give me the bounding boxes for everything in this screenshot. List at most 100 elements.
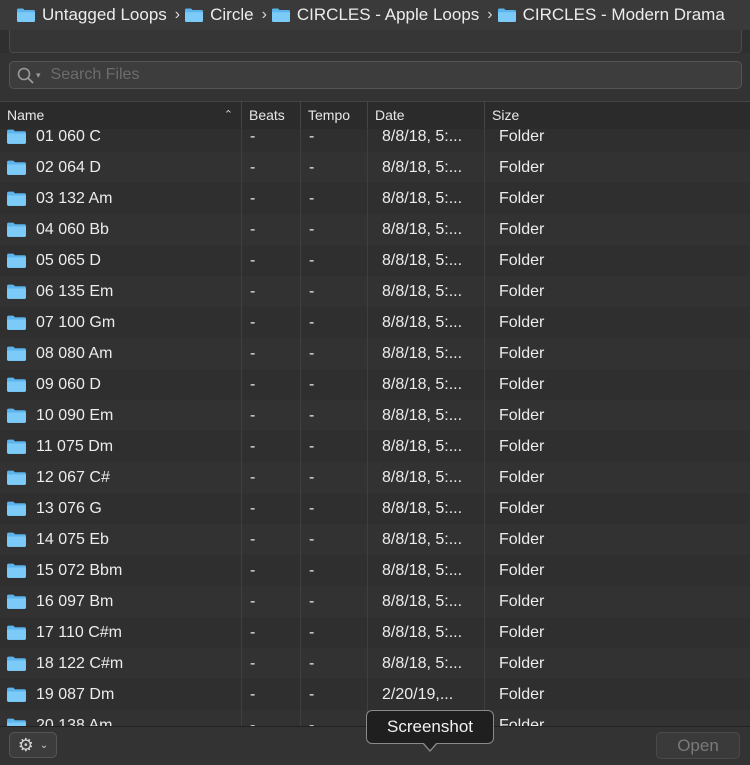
row-tempo: - [309,283,315,300]
column-header-tempo[interactable]: Tempo [300,102,367,129]
list-item[interactable]: 13 076 G - - 8/8/18, 5:... Folder [0,493,750,524]
row-name: 15 072 Bbm [36,562,123,579]
breadcrumb-item[interactable]: Circle [180,5,254,25]
list-item[interactable]: 18 122 C#m - - 8/8/18, 5:... Folder [0,648,750,679]
breadcrumb-item[interactable]: CIRCLES - Apple Loops [267,5,479,25]
row-beats: - [250,376,256,393]
open-button[interactable]: Open [656,732,740,759]
folder-icon [184,7,204,23]
row-size: Folder [499,655,545,672]
search-input[interactable] [48,65,703,85]
row-tempo: - [309,252,315,269]
folder-icon [6,221,27,237]
list-item[interactable]: 14 075 Eb - - 8/8/18, 5:... Folder [0,524,750,555]
list-item[interactable]: 04 060 Bb - - 8/8/18, 5:... Folder [0,214,750,245]
list-item[interactable]: 05 065 D - - 8/8/18, 5:... Folder [0,245,750,276]
folder-icon [16,7,36,23]
list-item[interactable]: 17 110 C#m - - 8/8/18, 5:... Folder [0,617,750,648]
row-date: 8/8/18, 5:... [382,345,463,362]
list-item[interactable]: 08 080 Am - - 8/8/18, 5:... Folder [0,338,750,369]
row-date: 8/8/18, 5:... [382,624,463,641]
row-beats: - [250,655,256,672]
row-name: 11 075 Dm [36,438,114,455]
column-divider [300,129,301,726]
action-menu-button[interactable]: ⚙ ⌄ [9,732,57,758]
breadcrumb-item[interactable]: CIRCLES - Modern Drama [493,5,725,25]
row-date: 8/8/18, 5:... [382,562,463,579]
list-item[interactable]: 11 075 Dm - - 8/8/18, 5:... Folder [0,431,750,462]
file-list: 01 060 C - - 8/8/18, 5:... Folder 02 064 D - - 8… [0,129,750,726]
row-name: 09 060 D [36,376,101,393]
row-tempo: - [309,624,315,641]
list-item[interactable]: 15 072 Bbm - - 8/8/18, 5:... Folder [0,555,750,586]
column-header-date[interactable]: Date [367,102,484,129]
breadcrumb-label: Untagged Loops [42,5,167,24]
folder-icon [6,314,27,330]
row-tempo: - [309,593,315,610]
row-size: Folder [499,252,545,269]
column-header-name[interactable]: Name ⌃ [0,102,241,129]
list-item[interactable]: 03 132 Am - - 8/8/18, 5:... Folder [0,183,750,214]
row-tempo: - [309,717,315,726]
path-strip [9,30,742,53]
screenshot-tooltip: Screenshot [366,710,494,752]
folder-icon [6,624,27,640]
column-header-beats-label: Beats [249,107,285,123]
row-size: Folder [499,129,545,145]
row-size: Folder [499,500,545,517]
row-name: 07 100 Gm [36,314,116,331]
row-name: 03 132 Am [36,190,113,207]
search-options-chevron-icon[interactable]: ▾ [36,70,41,81]
row-date: 8/8/18, 5:... [382,190,463,207]
row-beats: - [250,407,256,424]
column-header-size[interactable]: Size [484,102,750,129]
column-header-size-label: Size [492,107,520,123]
list-item[interactable]: 12 067 C# - - 8/8/18, 5:... Folder [0,462,750,493]
breadcrumb-label: CIRCLES - Apple Loops [296,5,480,24]
column-divider [367,129,368,726]
folder-icon [6,252,27,268]
search-icon[interactable] [16,66,38,84]
row-tempo: - [309,407,315,424]
row-date: 8/8/18, 5:... [382,283,463,300]
list-item[interactable]: 10 090 Em - - 8/8/18, 5:... Folder [0,400,750,431]
row-name: 08 080 Am [36,345,113,362]
folder-icon [271,7,291,23]
breadcrumb-item[interactable]: Untagged Loops [0,5,167,25]
row-beats: - [250,624,256,641]
row-name: 16 097 Bm [36,593,114,610]
list-item[interactable]: 07 100 Gm - - 8/8/18, 5:... Folder [0,307,750,338]
row-tempo: - [309,190,315,207]
list-item[interactable]: 09 060 D - - 8/8/18, 5:... Folder [0,369,750,400]
row-date: 8/8/18, 5:... [382,500,463,517]
breadcrumb-label: Circle [210,5,254,24]
list-item[interactable]: 16 097 Bm - - 8/8/18, 5:... Folder [0,586,750,617]
row-size: Folder [499,190,545,207]
folder-icon [6,531,27,547]
folder-icon [6,562,27,578]
row-tempo: - [309,531,315,548]
list-item[interactable]: 02 064 D - - 8/8/18, 5:... Folder [0,152,750,183]
row-beats: - [250,469,256,486]
row-beats: - [250,531,256,548]
column-header-beats[interactable]: Beats [241,102,300,129]
folder-icon [6,500,27,516]
gear-icon: ⚙ [17,734,34,755]
row-size: Folder [499,221,545,238]
list-item[interactable]: 19 087 Dm - - 2/20/19,... Folder [0,679,750,710]
row-size: Folder [499,562,545,579]
row-date: 8/8/18, 5:... [382,438,463,455]
row-name: 17 110 C#m [36,624,122,641]
row-beats: - [250,345,256,362]
row-tempo: - [309,314,315,331]
search-field[interactable]: ▾ [9,61,742,89]
row-date: 8/8/18, 5:... [382,159,463,176]
list-item[interactable]: 06 135 Em - - 8/8/18, 5:... Folder [0,276,750,307]
row-tempo: - [309,376,315,393]
row-beats: - [250,283,256,300]
folder-icon [6,469,27,485]
row-beats: - [250,314,256,331]
folder-icon [6,345,27,361]
list-item[interactable]: 01 060 C - - 8/8/18, 5:... Folder [0,129,750,152]
column-divider [241,129,242,726]
